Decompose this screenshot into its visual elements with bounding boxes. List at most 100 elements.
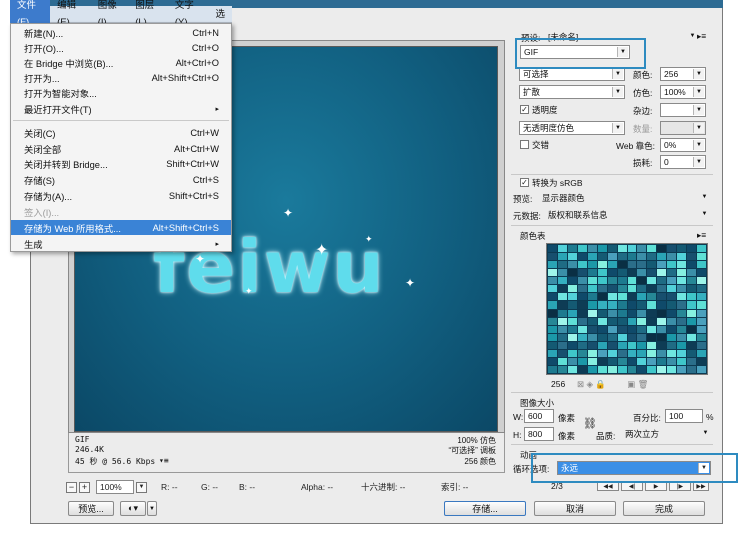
color-swatch[interactable] xyxy=(657,261,667,269)
transparency-dither-select[interactable]: 无透明度仿色 ▼ xyxy=(519,121,625,135)
color-swatch[interactable] xyxy=(627,309,637,317)
color-swatch[interactable] xyxy=(557,277,567,285)
color-swatch[interactable] xyxy=(647,325,657,333)
color-swatch[interactable] xyxy=(577,365,587,373)
color-swatch[interactable] xyxy=(548,277,557,285)
color-swatch[interactable] xyxy=(607,309,617,317)
color-swatch[interactable] xyxy=(637,269,647,277)
color-swatch[interactable] xyxy=(607,357,617,365)
color-swatch[interactable] xyxy=(617,277,627,285)
color-swatch[interactable] xyxy=(687,317,697,325)
color-swatch[interactable] xyxy=(597,325,607,333)
color-swatch[interactable] xyxy=(667,245,677,253)
color-swatch[interactable] xyxy=(677,301,687,309)
color-swatch[interactable] xyxy=(607,293,617,301)
color-swatch[interactable] xyxy=(637,317,647,325)
color-swatch[interactable] xyxy=(627,253,637,261)
color-swatch[interactable] xyxy=(557,253,567,261)
color-swatch[interactable] xyxy=(687,245,697,253)
menu-item-recent-files[interactable]: 最近打开文件(T) ▸ xyxy=(11,101,231,116)
menu-item-open-smart-object[interactable]: 打开为智能对象... xyxy=(11,85,231,100)
color-swatch[interactable] xyxy=(647,349,657,357)
color-swatch[interactable] xyxy=(647,317,657,325)
preview-button[interactable]: 预览... xyxy=(68,501,114,516)
color-swatch[interactable] xyxy=(617,317,627,325)
color-swatch[interactable] xyxy=(548,285,557,293)
color-swatch[interactable] xyxy=(687,293,697,301)
color-swatch[interactable] xyxy=(647,365,657,373)
menu-item-open[interactable]: 打开(O)... Ctrl+O xyxy=(11,40,231,55)
color-swatch[interactable] xyxy=(567,269,577,277)
color-swatch[interactable] xyxy=(677,269,687,277)
color-swatch[interactable] xyxy=(557,333,567,341)
color-swatch[interactable] xyxy=(647,261,657,269)
color-swatch[interactable] xyxy=(617,333,627,341)
color-swatch[interactable] xyxy=(607,349,617,357)
color-swatch[interactable] xyxy=(548,261,557,269)
color-swatch[interactable] xyxy=(597,253,607,261)
color-swatch[interactable] xyxy=(567,365,577,373)
color-swatch[interactable] xyxy=(667,357,677,365)
color-swatch[interactable] xyxy=(548,245,557,253)
zoom-in-button[interactable]: + xyxy=(79,481,90,493)
color-swatch[interactable] xyxy=(697,325,706,333)
color-swatch[interactable] xyxy=(607,285,617,293)
color-swatch[interactable] xyxy=(577,245,587,253)
color-swatch[interactable] xyxy=(667,317,677,325)
color-swatch[interactable] xyxy=(667,261,677,269)
color-swatch[interactable] xyxy=(637,293,647,301)
transparency-checkbox[interactable]: ✓ xyxy=(520,105,529,114)
color-swatch[interactable] xyxy=(597,285,607,293)
percent-input[interactable]: 100 xyxy=(665,409,703,423)
color-swatch[interactable] xyxy=(687,301,697,309)
color-swatch[interactable] xyxy=(677,349,687,357)
color-swatch[interactable] xyxy=(627,285,637,293)
color-swatch[interactable] xyxy=(657,269,667,277)
convert-srgb-checkbox[interactable]: ✓ xyxy=(520,178,529,187)
color-swatch[interactable] xyxy=(637,357,647,365)
color-swatch[interactable] xyxy=(567,333,577,341)
color-swatch[interactable] xyxy=(667,269,677,277)
color-swatch[interactable] xyxy=(697,301,706,309)
color-swatch[interactable] xyxy=(548,333,557,341)
color-swatch[interactable] xyxy=(617,357,627,365)
browser-preview-icon[interactable]: ◐▾ xyxy=(120,501,146,516)
color-swatch[interactable] xyxy=(607,317,617,325)
color-swatch[interactable] xyxy=(557,285,567,293)
color-swatch[interactable] xyxy=(647,301,657,309)
cancel-button[interactable]: 取消 xyxy=(534,501,616,516)
color-swatch[interactable] xyxy=(587,245,597,253)
color-swatch[interactable] xyxy=(657,245,667,253)
color-swatch[interactable] xyxy=(597,301,607,309)
color-table-menu-icon[interactable]: ▸≡ xyxy=(697,230,706,241)
color-swatch[interactable] xyxy=(587,277,597,285)
color-swatch[interactable] xyxy=(647,285,657,293)
color-swatch[interactable] xyxy=(607,269,617,277)
color-swatch[interactable] xyxy=(567,301,577,309)
color-swatch[interactable] xyxy=(697,245,706,253)
browser-dropdown-icon[interactable]: ▼ xyxy=(147,501,157,516)
color-swatch[interactable] xyxy=(657,293,667,301)
color-swatch[interactable] xyxy=(567,341,577,349)
color-swatch[interactable] xyxy=(657,309,667,317)
color-swatch[interactable] xyxy=(548,293,557,301)
color-swatch[interactable] xyxy=(657,253,667,261)
color-swatch[interactable] xyxy=(597,349,607,357)
height-input[interactable]: 800 xyxy=(524,427,554,441)
color-swatch[interactable] xyxy=(627,261,637,269)
color-swatch[interactable] xyxy=(697,349,706,357)
zoom-dropdown-icon[interactable]: ▼ xyxy=(136,481,147,493)
done-button[interactable]: 完成 xyxy=(623,501,705,516)
color-swatch[interactable] xyxy=(637,309,647,317)
color-swatch[interactable] xyxy=(597,317,607,325)
save-button[interactable]: 存储... xyxy=(444,501,526,516)
color-swatch[interactable] xyxy=(697,341,706,349)
menu-select[interactable]: 选 xyxy=(208,6,232,23)
color-swatch[interactable] xyxy=(548,317,557,325)
color-swatch[interactable] xyxy=(687,261,697,269)
color-swatch[interactable] xyxy=(657,341,667,349)
color-swatch[interactable] xyxy=(627,293,637,301)
color-swatch[interactable] xyxy=(667,341,677,349)
color-swatch[interactable] xyxy=(597,333,607,341)
color-swatch[interactable] xyxy=(627,341,637,349)
